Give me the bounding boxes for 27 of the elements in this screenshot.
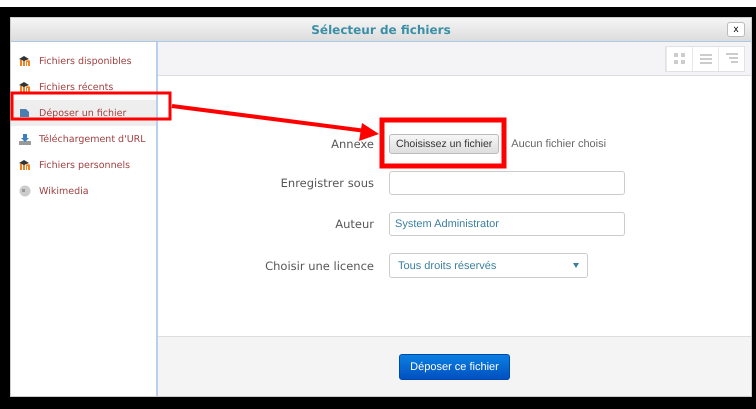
field-label: Annexe: [330, 137, 374, 151]
sidebar-item[interactable]: Fichiers récents: [11, 74, 156, 100]
hat-icon: [19, 56, 31, 66]
download-icon: [19, 133, 31, 145]
window-title: Sélecteur de fichiers: [311, 22, 451, 36]
sidebar-item[interactable]: Téléchargement d'URL: [11, 126, 156, 152]
input-field[interactable]: [389, 171, 625, 195]
globe-icon: [19, 185, 31, 197]
license-select[interactable]: Tous droits réservés: [389, 253, 588, 278]
input-field[interactable]: System Administrator: [389, 212, 625, 236]
grid-icon: [674, 53, 685, 64]
choose-file-button[interactable]: Choisissez un fichier: [389, 134, 500, 154]
list-icon: [700, 54, 712, 64]
sidebar-item[interactable]: Fichiers disponibles: [11, 48, 156, 74]
hat-icon: [19, 160, 31, 170]
field-label: Auteur: [334, 217, 374, 231]
sidebar-item[interactable]: Fichiers personnels: [11, 152, 156, 178]
file-icon: [19, 108, 31, 118]
close-button[interactable]: x: [727, 22, 745, 37]
tree-icon: [726, 53, 738, 64]
dropdown-icon: [573, 263, 579, 268]
upload-button[interactable]: Déposer ce fichier: [399, 354, 510, 380]
hat-icon: [19, 82, 31, 92]
file-status: Aucun fichier choisi: [511, 138, 606, 150]
field-label: Choisir une licence: [264, 258, 374, 272]
field-label: Enregistrer sous: [280, 176, 374, 190]
sidebar-item[interactable]: Wikimedia: [11, 178, 156, 204]
